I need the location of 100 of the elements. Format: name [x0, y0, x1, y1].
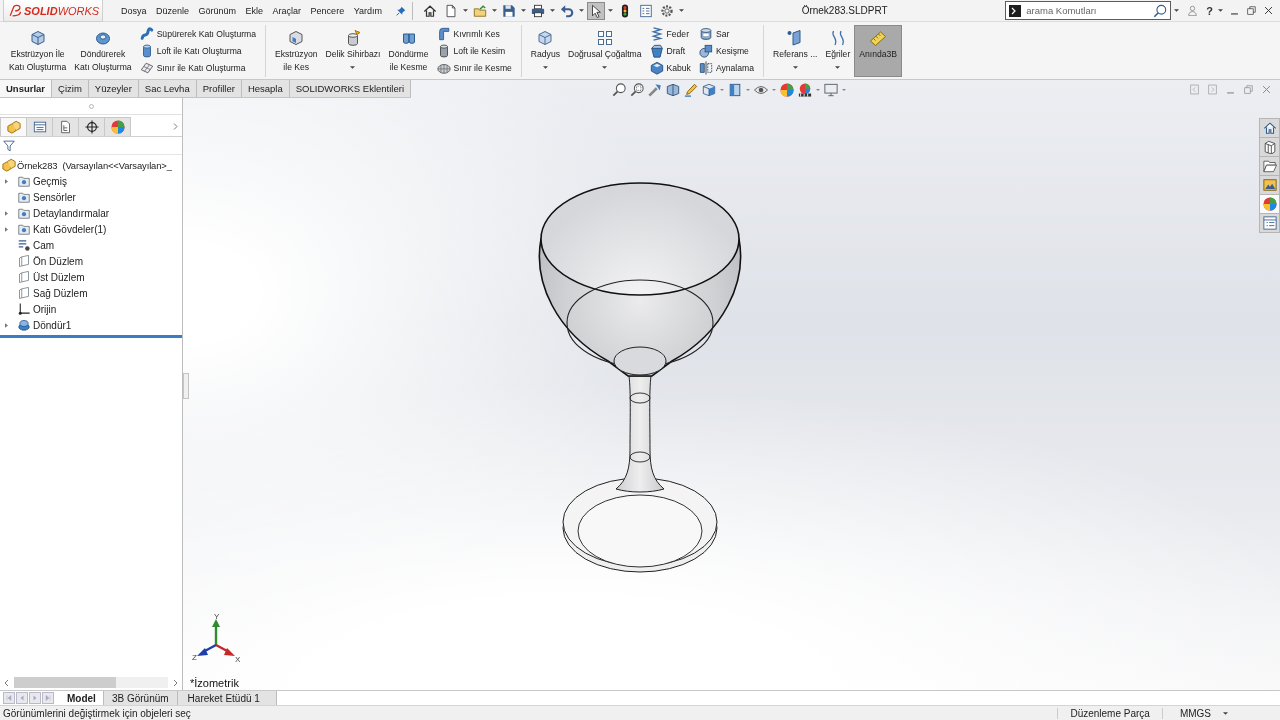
- ribbon-button[interactable]: Delik Sihirbazı: [321, 25, 385, 77]
- section-view-icon[interactable]: [666, 83, 680, 97]
- chevron-right-icon[interactable]: [171, 678, 179, 687]
- grip-icon[interactable]: [88, 103, 94, 109]
- caret-icon[interactable]: [542, 66, 548, 69]
- tree-item[interactable]: Üst Düzlem: [33, 271, 85, 283]
- caret-icon[interactable]: [816, 89, 820, 91]
- view-cube-icon[interactable]: [702, 83, 716, 97]
- shaded-box-icon[interactable]: [728, 83, 742, 97]
- ribbon-button[interactable]: Kesişme: [696, 44, 756, 58]
- menu-item[interactable]: Yardım: [353, 5, 382, 16]
- panel-tab[interactable]: [78, 117, 105, 136]
- zoom-area-icon[interactable]: [630, 83, 644, 97]
- expand-arrow-icon[interactable]: [4, 210, 8, 216]
- task-pane-tab[interactable]: [1259, 137, 1280, 157]
- caret-icon[interactable]: [492, 9, 497, 12]
- task-pane-tab[interactable]: [1259, 194, 1280, 214]
- ribbon-button[interactable]: Draft: [647, 44, 693, 58]
- menu-item[interactable]: Dosya: [121, 5, 147, 16]
- ribbon-button[interactable]: Referans ...: [769, 25, 822, 77]
- magnifier-icon[interactable]: [612, 83, 626, 97]
- ribbon-button[interactable]: Aynalama: [696, 61, 756, 76]
- caret-icon[interactable]: [679, 9, 684, 12]
- tree-item[interactable]: Cam: [33, 239, 55, 251]
- ribbon-button[interactable]: Doğrusal Çoğaltma: [564, 25, 646, 77]
- search-field[interactable]: arama Komutları: [1005, 1, 1172, 20]
- filter-icon[interactable]: [3, 139, 15, 152]
- task-pane-tab[interactable]: [1259, 175, 1280, 195]
- ribbon-button[interactable]: Anında3B: [854, 25, 902, 77]
- task-pane-tab[interactable]: [1259, 213, 1280, 233]
- ribbon-button[interactable]: Döndürme ile Kesme: [384, 25, 433, 77]
- command-tab[interactable]: Unsurlar: [0, 80, 53, 97]
- scene-ball-icon[interactable]: [798, 83, 812, 97]
- caret-icon[interactable]: [1174, 9, 1180, 12]
- close-icon[interactable]: [1263, 5, 1274, 16]
- panel-collapse-handle[interactable]: [183, 373, 189, 399]
- ribbon-button[interactable]: Loft ile Kesim: [434, 44, 514, 58]
- expand-arrow-icon[interactable]: [4, 178, 8, 184]
- caret-icon[interactable]: [1218, 9, 1223, 12]
- expand-arrow-icon[interactable]: [4, 322, 8, 328]
- caret-icon[interactable]: [579, 9, 584, 12]
- caret-icon[interactable]: [602, 66, 608, 69]
- caret-icon[interactable]: [746, 89, 750, 91]
- caret-icon[interactable]: [608, 9, 613, 12]
- ribbon-button[interactable]: Sınır ile Katı Oluşturma: [137, 61, 258, 76]
- ribbon-button[interactable]: Sınır ile Kesme: [434, 61, 514, 76]
- help-button[interactable]: ?: [1206, 4, 1213, 17]
- search-icon[interactable]: [1153, 3, 1168, 18]
- tree-item[interactable]: Detaylandırmalar: [33, 207, 110, 219]
- user-icon[interactable]: [1187, 5, 1199, 16]
- caret-icon[interactable]: [835, 66, 841, 69]
- eye-icon[interactable]: [754, 83, 768, 97]
- tree-item[interactable]: Döndür1: [33, 319, 72, 331]
- ribbon-button[interactable]: Feder: [647, 26, 693, 41]
- monitor-icon[interactable]: [824, 83, 838, 97]
- ribbon-button[interactable]: Ekstrüzyon İle Katı Oluşturma: [5, 25, 71, 77]
- expand-arrow-icon[interactable]: [4, 226, 8, 232]
- previous-view-icon[interactable]: [648, 83, 662, 97]
- tree-item[interactable]: Geçmiş: [33, 175, 67, 187]
- panel-tab[interactable]: [52, 117, 79, 136]
- menu-item[interactable]: Düzenle: [156, 5, 190, 16]
- cursor-icon[interactable]: [587, 1, 605, 20]
- tree-item[interactable]: Sağ Düzlem: [33, 287, 88, 299]
- scrollbar[interactable]: [14, 677, 168, 688]
- caret-icon[interactable]: [463, 9, 468, 12]
- menu-item[interactable]: Araçlar: [272, 5, 302, 16]
- pencil-icon[interactable]: [684, 83, 698, 97]
- ribbon-button[interactable]: Eğriler: [821, 25, 855, 77]
- caret-icon[interactable]: [1223, 711, 1228, 715]
- tile-left-icon[interactable]: [1189, 84, 1200, 95]
- ribbon-button[interactable]: Radyus: [526, 25, 564, 77]
- ribbon-button[interactable]: Kıvrımlı Kes: [434, 26, 514, 41]
- units-label[interactable]: MMGS: [1179, 707, 1211, 719]
- restore-icon[interactable]: [1246, 5, 1257, 16]
- view-tab[interactable]: Hareket Etüdü 1: [177, 691, 277, 705]
- pin-icon[interactable]: [396, 5, 406, 16]
- caret-icon[interactable]: [792, 66, 798, 69]
- caret-icon[interactable]: [720, 89, 724, 91]
- ribbon-button[interactable]: Ekstrüzyon ile Kes: [271, 25, 322, 77]
- menu-item[interactable]: Ekle: [245, 5, 264, 16]
- tree-item[interactable]: Sensörler: [33, 191, 76, 203]
- caret-icon[interactable]: [521, 9, 526, 12]
- view-tab[interactable]: 3B Görünüm: [103, 691, 178, 705]
- ribbon-button[interactable]: Kabuk: [647, 61, 693, 76]
- color-ball-icon[interactable]: [780, 83, 794, 97]
- ribbon-button[interactable]: Sar: [696, 26, 756, 41]
- caret-icon[interactable]: [772, 89, 776, 91]
- task-pane-tab[interactable]: [1259, 156, 1280, 176]
- chevron-left-icon[interactable]: [3, 678, 11, 687]
- tree-item[interactable]: Örnek283 (Varsayılan<<Varsayılan>_: [17, 159, 172, 171]
- ribbon-button[interactable]: Döndürerek Katı Oluşturma: [70, 25, 136, 77]
- tile-right-icon[interactable]: [1207, 84, 1218, 95]
- task-pane-tab[interactable]: [1259, 118, 1280, 138]
- tree-item[interactable]: Orijin: [33, 303, 57, 315]
- menu-item[interactable]: Görünüm: [198, 5, 237, 16]
- ribbon-button[interactable]: Loft ile Katı Oluşturma: [137, 44, 258, 58]
- ribbon-button[interactable]: Süpürerek Katı Oluşturma: [137, 26, 258, 41]
- tree-item[interactable]: Ön Düzlem: [33, 255, 83, 267]
- scrollbar-thumb[interactable]: [14, 677, 116, 688]
- menu-item[interactable]: Pencere: [310, 5, 345, 16]
